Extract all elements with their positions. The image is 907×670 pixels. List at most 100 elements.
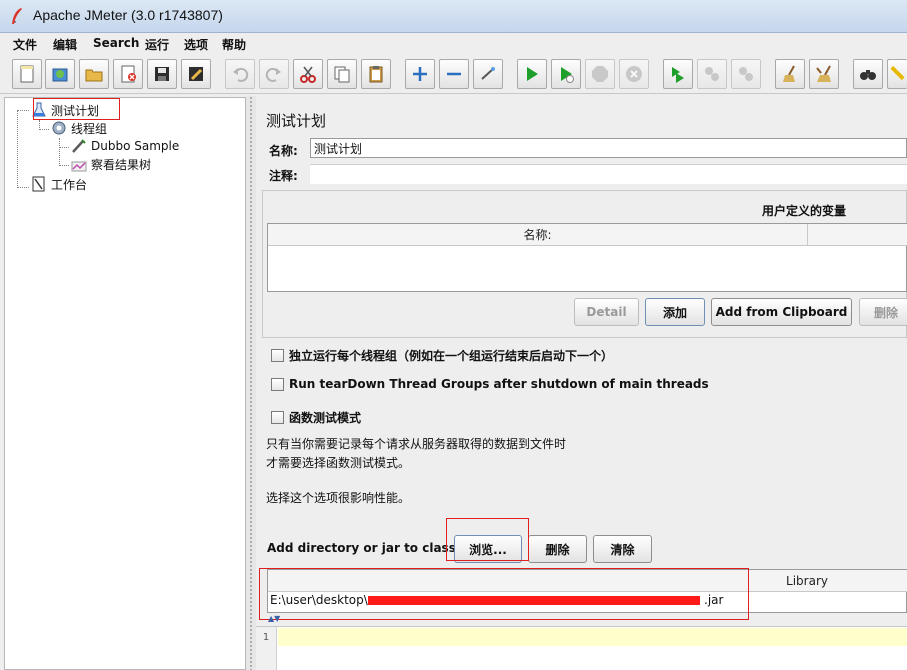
remote-shutdown-button[interactable] (731, 59, 761, 89)
tree-connector (59, 147, 69, 148)
open-button[interactable] (79, 59, 109, 89)
redo-button[interactable] (259, 59, 289, 89)
column-header-value[interactable] (808, 224, 907, 246)
menu-options[interactable]: 选项 (184, 36, 208, 53)
cut-button[interactable] (293, 59, 323, 89)
checkbox[interactable] (271, 377, 284, 391)
menu-help[interactable]: 帮助 (222, 36, 246, 53)
splitter-grip (249, 96, 253, 670)
toolbar (0, 56, 907, 94)
highlight-box (33, 98, 120, 120)
pane-splitter[interactable] (246, 96, 256, 670)
run-groups-consecutively-option[interactable]: 独立运行每个线程组（例如在一个组运行结束后启动下一个） (271, 347, 613, 364)
clear-all-button[interactable] (809, 59, 839, 89)
workbench-icon (32, 176, 45, 192)
tree-connector (17, 110, 29, 111)
name-input[interactable] (310, 138, 907, 158)
menu-file[interactable]: 文件 (13, 36, 37, 53)
highlight-box (259, 568, 749, 620)
add-button[interactable]: 添加 (645, 298, 705, 326)
functional-mode-note-line-1: 只有当你需要记录每个请求从服务器取得的数据到文件时 (266, 437, 567, 451)
tree-item-thread-group[interactable]: 线程组 (51, 119, 107, 137)
delete-classpath-button[interactable]: 删除 (528, 535, 587, 563)
paste-button[interactable] (361, 59, 391, 89)
highlight-box (446, 518, 529, 561)
sampler-icon (72, 139, 86, 153)
column-header-name[interactable]: 名称: (268, 224, 808, 246)
play-icon (527, 67, 538, 81)
tree-connector (17, 110, 18, 188)
checkbox[interactable] (271, 411, 284, 424)
undo-button[interactable] (225, 59, 255, 89)
window-titlebar: Apache JMeter (3.0 r1743807) (0, 0, 907, 33)
results-tree-icon (71, 161, 87, 172)
functional-test-mode-option[interactable]: 函数测试模式 (271, 409, 361, 426)
expand-all-button[interactable] (405, 59, 435, 89)
comment-label: 注释: (269, 169, 298, 183)
panel-title: 测试计划 (266, 112, 327, 130)
window-title: Apache JMeter (3.0 r1743807) (33, 7, 223, 23)
add-from-clipboard-button[interactable]: Add from Clipboard (711, 298, 852, 326)
tree-item-label: 工作台 (51, 177, 88, 192)
templates-icon (52, 68, 68, 82)
close-button[interactable] (113, 59, 143, 89)
remote-start-icon (672, 67, 684, 83)
performance-note: 选择这个选项很影响性能。 (266, 491, 411, 505)
menu-edit[interactable]: 编辑 (53, 36, 77, 53)
open-folder-icon (85, 69, 103, 82)
start-no-pauses-button[interactable] (551, 59, 581, 89)
remote-stop-icon (705, 67, 719, 81)
tree-connector (59, 165, 69, 166)
tree-item-label: 察看结果树 (91, 157, 152, 172)
checkbox-label: 函数测试模式 (289, 411, 362, 425)
thread-group-icon (52, 121, 66, 135)
shutdown-button[interactable] (619, 59, 649, 89)
copy-icon (334, 66, 350, 83)
remote-stop-button[interactable] (697, 59, 727, 89)
menu-run[interactable]: 运行 (145, 36, 169, 53)
remote-start-button[interactable] (663, 59, 693, 89)
name-label: 名称: (269, 144, 298, 158)
detail-button[interactable]: Detail (574, 298, 639, 326)
split-arrows-icon[interactable]: ▲▼ (268, 614, 280, 623)
search-button[interactable] (853, 59, 883, 89)
user-variables-table[interactable]: 名称: (267, 223, 907, 292)
save-as-icon (189, 67, 203, 81)
save-button[interactable] (147, 59, 177, 89)
copy-button[interactable] (327, 59, 357, 89)
plus-icon (413, 67, 427, 81)
menu-bar: 文件 编辑 Search 运行 选项 帮助 (0, 33, 907, 55)
tree-connector (17, 187, 29, 188)
checkbox-label: Run tearDown Thread Groups after shutdow… (289, 377, 709, 391)
script-editor[interactable]: 1 (256, 626, 907, 670)
checkbox-label: 独立运行每个线程组（例如在一个组运行结束后启动下一个） (289, 349, 614, 363)
undo-icon (233, 67, 249, 82)
new-button[interactable] (12, 59, 42, 89)
tree-item-workbench[interactable]: 工作台 (31, 175, 87, 193)
user-variables-title: 用户定义的变量 (762, 204, 847, 218)
collapse-all-button[interactable] (439, 59, 469, 89)
start-button[interactable] (517, 59, 547, 89)
minus-icon (447, 72, 461, 76)
tree-item-view-results-tree[interactable]: 察看结果树 (71, 155, 151, 173)
reset-search-icon (890, 66, 905, 81)
save-disk-icon (155, 67, 169, 81)
binoculars-icon (860, 70, 876, 80)
tree-item-label: Dubbo Sample (91, 139, 180, 153)
tree-item-dubbo-sample[interactable]: Dubbo Sample (71, 137, 179, 155)
clear-button[interactable] (775, 59, 805, 89)
tree-item-label: 线程组 (71, 121, 108, 136)
templates-button[interactable] (45, 59, 75, 89)
checkbox[interactable] (271, 349, 284, 362)
reset-search-button[interactable] (887, 59, 907, 89)
broom-icon (783, 65, 795, 82)
comment-input[interactable] (310, 164, 907, 184)
delete-variable-button[interactable]: 删除 (859, 298, 907, 326)
save-as-button[interactable] (181, 59, 211, 89)
toggle-button[interactable] (473, 59, 503, 89)
run-teardown-option[interactable]: Run tearDown Thread Groups after shutdow… (271, 377, 709, 391)
clear-classpath-button[interactable]: 清除 (593, 535, 652, 563)
stop-button[interactable] (585, 59, 615, 89)
new-file-icon (20, 65, 34, 83)
menu-search[interactable]: Search (93, 36, 139, 50)
